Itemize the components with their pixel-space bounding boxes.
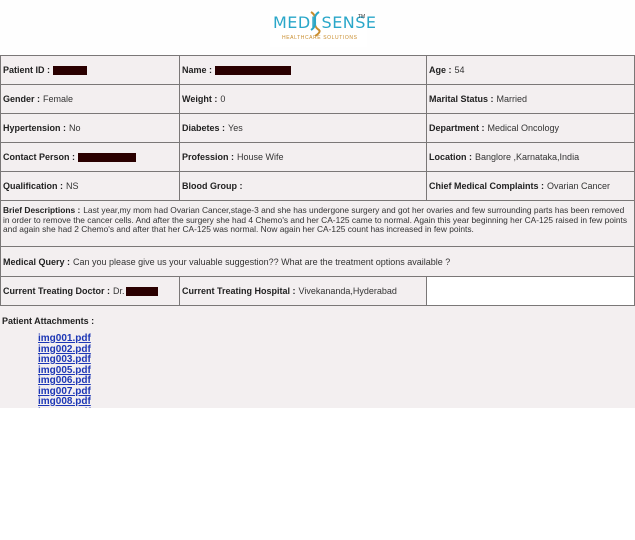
attachment-link[interactable]: img001.pdf	[38, 333, 91, 345]
treating-hospital-cell: Current Treating Hospital : Vivekananda,…	[179, 276, 427, 306]
contact-person-cell: Contact Person :	[0, 142, 180, 172]
treating-doctor-label: Current Treating Doctor :	[3, 286, 111, 296]
name-cell: Name :	[179, 55, 427, 85]
location-label: Location :	[429, 152, 472, 162]
attachment-link[interactable]: img006.pdf	[38, 375, 91, 387]
treating-doctor-prefix: Dr.	[113, 286, 125, 296]
location-cell: Location : Banglore ,Karnataka,India	[426, 142, 635, 172]
treating-doctor-redacted	[125, 286, 158, 296]
hypertension-label: Hypertension :	[3, 123, 67, 133]
medical-query-label: Medical Query :	[3, 256, 71, 267]
logo-trademark: TM	[358, 14, 366, 20]
gender-cell: Gender : Female	[0, 84, 180, 114]
patient-attachments-section: Patient Attachments :	[2, 316, 97, 326]
department-cell: Department : Medical Oncology	[426, 113, 635, 143]
gender-label: Gender :	[3, 94, 41, 104]
chief-complaints-cell: Chief Medical Complaints : Ovarian Cance…	[426, 171, 635, 201]
gender-value: Female	[43, 94, 74, 104]
location-value: Banglore ,Karnataka,India	[475, 152, 580, 162]
logo-subtitle: HEALTHCARE SOLUTIONS	[282, 35, 358, 41]
patient-record-sheet: MEDI SENSE HEALTHCARE SOLUTIONS TM Patie…	[0, 0, 635, 408]
treating-doctor-cell: Current Treating Doctor : Dr.	[0, 276, 180, 306]
hypertension-value: No	[69, 123, 81, 133]
treating-hospital-value: Vivekananda,Hyderabad	[298, 286, 397, 296]
name-redacted	[215, 65, 292, 75]
diabetes-label: Diabetes :	[182, 123, 226, 133]
age-value: 54	[454, 65, 465, 75]
blood-group-cell: Blood Group :	[179, 171, 427, 201]
attachment-list: img001.pdf img002.pdf img003.pdf img005.pdf…	[38, 333, 91, 408]
qualification-value: NS	[66, 181, 79, 191]
profession-label: Profession :	[182, 152, 235, 162]
treating-hospital-label: Current Treating Hospital :	[182, 286, 296, 296]
weight-value: 0	[220, 94, 226, 104]
attachment-link[interactable]: img008.pdf	[38, 396, 91, 408]
diabetes-value: Yes	[228, 123, 243, 133]
profession-cell: Profession : House Wife	[179, 142, 427, 172]
patient-id-cell: Patient ID :	[0, 55, 180, 85]
age-label: Age :	[429, 65, 452, 75]
dna-helix-icon	[310, 11, 321, 37]
brief-description-label: Brief Descriptions :	[3, 205, 81, 215]
brief-description-cell: Brief Descriptions : Last year,my mom had…	[0, 200, 635, 247]
department-value: Medical Oncology	[487, 123, 560, 133]
hypertension-cell: Hypertension : No	[0, 113, 180, 143]
qualification-label: Qualification :	[3, 181, 64, 191]
marital-status-label: Marital Status :	[429, 94, 494, 104]
department-label: Department :	[429, 123, 485, 133]
chief-complaints-value: Ovarian Cancer	[547, 181, 611, 191]
profession-value: House Wife	[237, 152, 284, 162]
age-cell: Age : 54	[426, 55, 635, 85]
contact-person-redacted	[78, 152, 137, 162]
weight-cell: Weight : 0	[179, 84, 427, 114]
name-label: Name :	[182, 65, 213, 75]
marital-status-value: Married	[496, 94, 528, 104]
medisense-logo: MEDI SENSE HEALTHCARE SOLUTIONS TM	[270, 11, 376, 47]
header: MEDI SENSE HEALTHCARE SOLUTIONS TM	[0, 0, 635, 56]
contact-person-label: Contact Person :	[3, 152, 76, 162]
patient-attachments-label: Patient Attachments :	[2, 316, 95, 326]
medical-query-text: Can you please give us your valuable sug…	[73, 256, 451, 267]
medical-query-cell: Medical Query : Can you please give us y…	[0, 246, 635, 277]
attachment-link[interactable]: img009.pdf	[38, 407, 91, 408]
marital-status-cell: Marital Status : Married	[426, 84, 635, 114]
brief-description-text: Last year,my mom had Ovarian Cancer,stag…	[3, 205, 628, 234]
chief-complaints-label: Chief Medical Complaints :	[429, 181, 545, 191]
diabetes-cell: Diabetes : Yes	[179, 113, 427, 143]
patient-id-redacted	[53, 65, 88, 75]
empty-cell	[426, 276, 635, 306]
patient-id-label: Patient ID :	[3, 65, 51, 75]
attachment-link[interactable]: img003.pdf	[38, 354, 91, 366]
qualification-cell: Qualification : NS	[0, 171, 180, 201]
weight-label: Weight :	[182, 94, 218, 104]
blood-group-label: Blood Group :	[182, 181, 243, 191]
